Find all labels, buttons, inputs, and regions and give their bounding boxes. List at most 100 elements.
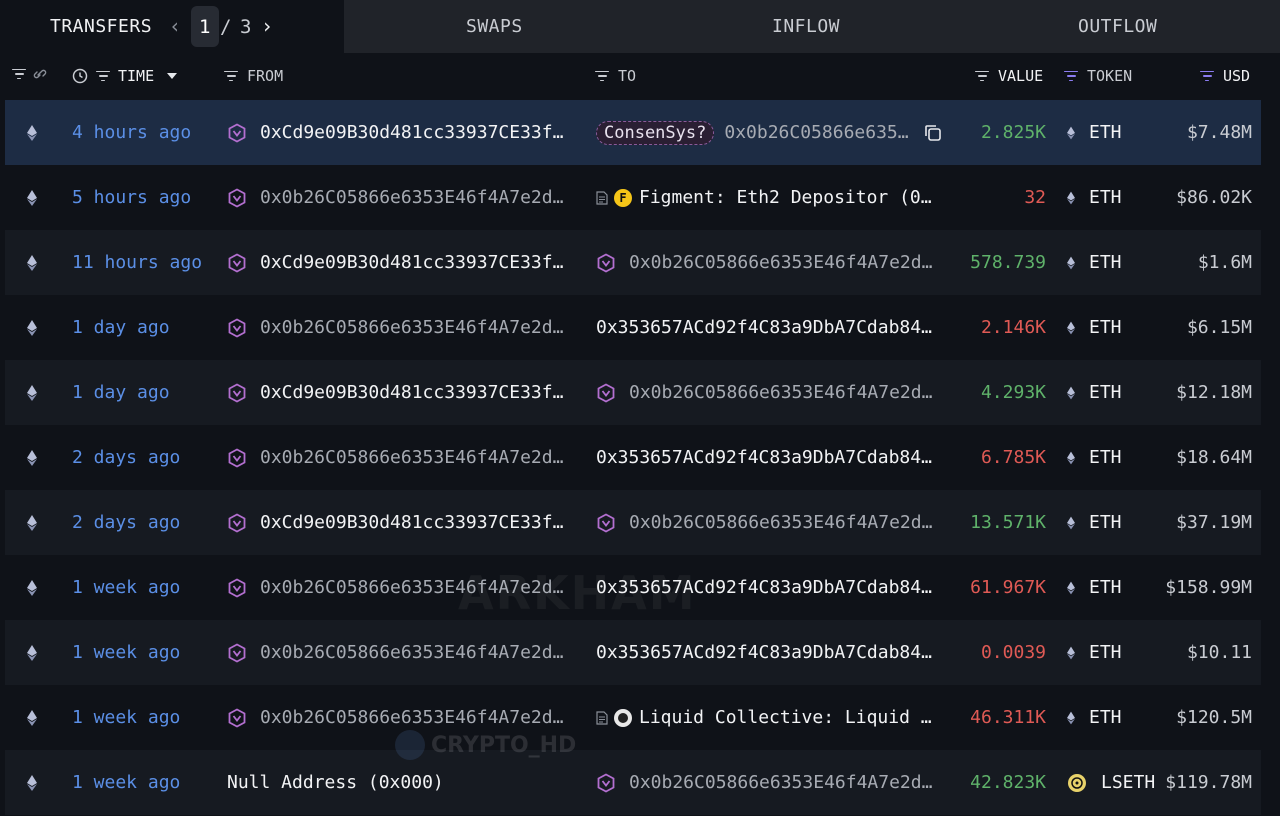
to-column-header[interactable]: TO [595, 67, 636, 85]
ethereum-icon [27, 124, 37, 141]
table-row[interactable]: 1 week ago 0x0b26C05866e6353E46f4A7e2d… Li… [5, 685, 1261, 750]
usd-cell: $158.99M [1165, 577, 1252, 598]
from-column-header[interactable]: FROM [224, 67, 283, 85]
token-cell[interactable]: ETH [1067, 100, 1122, 165]
entity-tag[interactable]: ConsenSys? [596, 120, 715, 145]
time-link[interactable]: 1 week ago [72, 685, 180, 750]
token-column-header[interactable]: TOKEN [1064, 67, 1132, 85]
table-row[interactable]: 2 days ago 0xCd9e09B30d481cc33937CE33f… 0x… [5, 490, 1261, 555]
time-link[interactable]: 2 days ago [72, 425, 180, 490]
to-address[interactable]: 0x0b26C05866e6353E46f4A7e2d… [629, 252, 932, 273]
value-cell: 46.311K [970, 707, 1046, 728]
chain-cell [27, 555, 41, 620]
to-address[interactable]: 0x353657ACd92f4C83a9DbA7Cdab84… [596, 317, 932, 338]
table-row[interactable]: 5 hours ago 0x0b26C05866e6353E46f4A7e2d… F… [5, 165, 1261, 230]
table-row[interactable]: 1 day ago 0x0b26C05866e6353E46f4A7e2d… 0x3… [5, 295, 1261, 360]
token-column-label: TOKEN [1087, 67, 1133, 85]
token-cell[interactable]: ETH [1067, 165, 1122, 230]
entity-icon [228, 187, 246, 208]
from-address[interactable]: 0x0b26C05866e6353E46f4A7e2d… [260, 707, 563, 728]
lseth-token-icon [1068, 773, 1086, 792]
chain-cell [27, 750, 41, 815]
time-link[interactable]: 1 week ago [72, 620, 180, 685]
token-cell[interactable]: ETH [1067, 360, 1122, 425]
from-address[interactable]: Null Address (0x000) [227, 772, 444, 793]
time-link[interactable]: 5 hours ago [72, 165, 191, 230]
token-cell[interactable]: ETH [1067, 620, 1122, 685]
time-column-label: TIME [118, 67, 155, 85]
chain-filter[interactable] [12, 67, 48, 81]
from-address[interactable]: 0x0b26C05866e6353E46f4A7e2d… [260, 642, 563, 663]
usd-cell: $18.64M [1176, 447, 1252, 468]
table-row[interactable]: 1 day ago 0xCd9e09B30d481cc33937CE33f… 0x0… [5, 360, 1261, 425]
from-address[interactable]: 0xCd9e09B30d481cc33937CE33f… [260, 122, 563, 143]
token-cell[interactable]: ETH [1067, 230, 1122, 295]
to-address[interactable]: Figment: Eth2 Depositor (0… [639, 187, 932, 208]
from-address[interactable]: 0xCd9e09B30d481cc33937CE33f… [260, 382, 563, 403]
from-column-label: FROM [247, 67, 284, 85]
time-link[interactable]: 2 days ago [72, 490, 180, 555]
usd-cell: $12.18M [1176, 382, 1252, 403]
token-cell[interactable]: ETH [1067, 425, 1122, 490]
table-row[interactable]: 1 week ago 0x0b26C05866e6353E46f4A7e2d… 0x… [5, 620, 1261, 685]
from-address[interactable]: 0xCd9e09B30d481cc33937CE33f… [260, 512, 563, 533]
entity-icon [597, 252, 615, 273]
time-link[interactable]: 11 hours ago [72, 230, 202, 295]
pager-next-button[interactable]: › [261, 14, 273, 38]
entity-icon [228, 642, 246, 663]
chain-cell [27, 425, 41, 490]
tab-transfers-label: TRANSFERS [50, 16, 153, 37]
eth-token-icon [1067, 516, 1075, 529]
from-address[interactable]: 0xCd9e09B30d481cc33937CE33f… [260, 252, 563, 273]
table-row[interactable]: 2 days ago 0x0b26C05866e6353E46f4A7e2d… 0x… [5, 425, 1261, 490]
token-cell[interactable]: ETH [1067, 555, 1122, 620]
to-address[interactable]: 0x353657ACd92f4C83a9DbA7Cdab84… [596, 447, 932, 468]
chain-cell [27, 620, 41, 685]
time-link[interactable]: 1 week ago [72, 555, 180, 620]
to-address[interactable]: 0x0b26C05866e6353E46f4A7e2d… [629, 382, 932, 403]
to-cell: F Figment: Eth2 Depositor (0… [596, 165, 946, 230]
copy-icon[interactable] [923, 123, 943, 143]
token-cell[interactable]: LSETH [1067, 750, 1155, 815]
chain-cell [27, 230, 41, 295]
time-link[interactable]: 1 day ago [72, 360, 170, 425]
filter-icon [12, 68, 26, 80]
tab-transfers[interactable]: TRANSFERS ‹ 1 / 3 › [0, 0, 344, 53]
to-address[interactable]: 0x0b26C05866e6353E46f4A7e2d… [629, 772, 932, 793]
tab-outflow[interactable]: OUTFLOW [1078, 16, 1157, 37]
to-address[interactable]: 0x353657ACd92f4C83a9DbA7Cdab84… [596, 642, 932, 663]
ethereum-icon [27, 319, 37, 336]
token-cell[interactable]: ETH [1067, 490, 1122, 555]
liquid-collective-logo-icon [614, 708, 632, 727]
to-address[interactable]: 0x0b26C05866e635… [724, 122, 908, 143]
usd-cell: $37.19M [1176, 512, 1252, 533]
token-cell[interactable]: ETH [1067, 685, 1122, 750]
time-link[interactable]: 1 week ago [72, 750, 180, 815]
tab-inflow[interactable]: INFLOW [772, 16, 840, 37]
time-link[interactable]: 4 hours ago [72, 100, 191, 165]
crypto-hd-watermark-text: CRYPTO_HD [431, 732, 577, 758]
eth-token-icon [1067, 386, 1075, 399]
table-row[interactable]: 1 week ago Null Address (0x000) 0x0b26C058… [5, 750, 1261, 815]
table-row[interactable]: 11 hours ago 0xCd9e09B30d481cc33937CE33f…… [5, 230, 1261, 295]
value-column-header[interactable]: VALUE [975, 67, 1043, 85]
from-address[interactable]: 0x0b26C05866e6353E46f4A7e2d… [260, 447, 563, 468]
tab-swaps[interactable]: SWAPS [466, 16, 523, 37]
time-column-header[interactable]: TIME [72, 67, 178, 85]
time-link[interactable]: 1 day ago [72, 295, 170, 360]
table-row[interactable]: 4 hours ago 0xCd9e09B30d481cc33937CE33f… C… [5, 100, 1261, 165]
filter-icon [224, 70, 238, 82]
to-address[interactable]: 0x0b26C05866e6353E46f4A7e2d… [629, 512, 932, 533]
usd-column-header[interactable]: USD [1200, 67, 1250, 85]
token-cell[interactable]: ETH [1067, 295, 1122, 360]
value-cell: 2.146K [980, 317, 1046, 338]
from-address[interactable]: 0x0b26C05866e6353E46f4A7e2d… [260, 187, 563, 208]
entity-icon [228, 317, 246, 338]
filter-icon [975, 70, 989, 82]
pager-prev-button[interactable]: ‹ [169, 14, 181, 38]
from-cell: 0xCd9e09B30d481cc33937CE33f… [227, 490, 577, 555]
eth-token-icon [1067, 711, 1075, 724]
from-address[interactable]: 0x0b26C05866e6353E46f4A7e2d… [260, 317, 563, 338]
from-cell: 0x0b26C05866e6353E46f4A7e2d… [227, 295, 577, 360]
to-address[interactable]: Liquid Collective: Liquid … [639, 707, 932, 728]
